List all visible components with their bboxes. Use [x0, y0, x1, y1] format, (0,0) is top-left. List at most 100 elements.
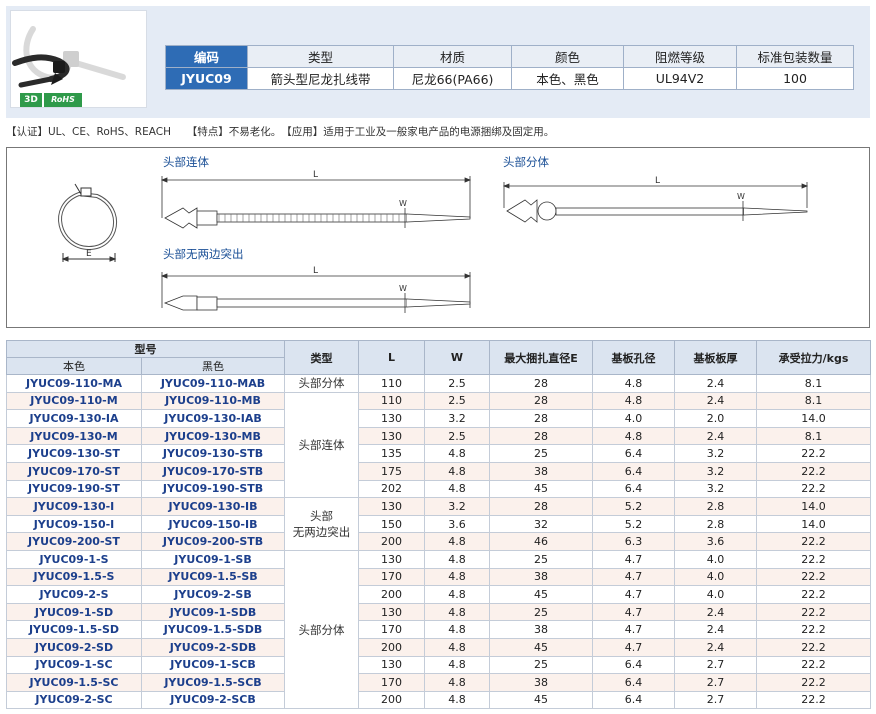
board-thickness-cell: 2.7 [674, 673, 757, 692]
width-cell: 4.8 [424, 479, 490, 499]
length-cell: 170 [358, 620, 425, 639]
table-row: JYUC09-2-SD JYUC09-2-SDB 200 4.8 45 4.7 2.4 22.… [6, 637, 871, 657]
model-natural-cell: JYUC09-1.5-S [6, 567, 142, 587]
board-thickness-cell: 2.8 [674, 497, 757, 516]
max-diameter-cell: 32 [489, 514, 593, 534]
max-diameter-cell: 25 [489, 655, 593, 675]
max-diameter-cell: 38 [489, 620, 593, 639]
type-cell: 头部 无两边突出 [284, 497, 359, 551]
board-thickness-cell: 2.0 [674, 409, 757, 428]
max-diameter-cell: 28 [489, 374, 593, 393]
model-natural-cell: JYUC09-1.5-SC [6, 673, 142, 692]
model-natural-cell: JYUC09-110-M [6, 391, 142, 411]
model-black-cell: JYUC09-170-STB [141, 461, 285, 481]
max-diameter-cell: 38 [489, 461, 593, 481]
tensile-cell: 22.2 [756, 585, 871, 604]
tie-head-no-protrusion [160, 272, 472, 313]
length-cell: 130 [358, 602, 425, 622]
width-cell: 3.2 [424, 409, 490, 428]
table-row: JYUC09-130-IA JYUC09-130-IAB 130 3.2 28 4.0 2.… [6, 409, 871, 428]
model-natural-cell: JYUC09-130-M [6, 426, 142, 446]
header-black: 黑色 [141, 357, 285, 375]
drawing-panel: E L W L W L W 头部连体 头部分体 头部无两边突出 [6, 147, 870, 328]
max-diameter-cell: 45 [489, 637, 593, 657]
model-natural-cell: JYUC09-1-S [6, 549, 142, 569]
model-black-cell: JYUC09-110-MAB [141, 374, 285, 393]
model-natural-cell: JYUC09-110-MA [6, 374, 142, 393]
length-cell: 202 [358, 479, 425, 499]
summary-header-type: 类型 [247, 45, 394, 68]
3d-badge: 3D [20, 93, 42, 107]
table-row: JYUC09-1.5-SD JYUC09-1.5-SDB 170 4.8 38 4.7 2.… [6, 620, 871, 639]
header-w: W [424, 340, 490, 375]
board-thickness-cell: 2.7 [674, 690, 757, 710]
tensile-cell: 14.0 [756, 409, 871, 428]
width-cell: 4.8 [424, 444, 490, 463]
table-row: JYUC09-1-SD JYUC09-1-SDB 130 4.8 25 4.7 2.4 22.… [6, 602, 871, 622]
width-cell: 4.8 [424, 690, 490, 710]
table-row: JYUC09-170-ST JYUC09-170-STB 175 4.8 38 6.4 3.… [6, 461, 871, 481]
board-thickness-cell: 2.4 [674, 637, 757, 657]
summary-table: 编码 类型 材质 颜色 阻燃等级 标准包装数量 JYUC09 箭头型尼龙扎线带 … [165, 45, 854, 90]
length-cell: 170 [358, 673, 425, 692]
dim-l-label-1: L [313, 170, 318, 180]
header-l: L [358, 340, 425, 375]
hole-diameter-cell: 4.8 [592, 426, 675, 446]
type-cell: 头部分体 [284, 374, 359, 393]
dim-w-label-3: W [399, 284, 407, 293]
model-black-cell: JYUC09-1-SDB [141, 602, 285, 622]
width-cell: 4.8 [424, 461, 490, 481]
model-black-cell: JYUC09-1.5-SB [141, 567, 285, 587]
length-cell: 200 [358, 532, 425, 551]
model-natural-cell: JYUC09-150-I [6, 514, 142, 534]
tensile-cell: 22.2 [756, 690, 871, 710]
hole-diameter-cell: 4.7 [592, 620, 675, 639]
length-cell: 130 [358, 426, 425, 446]
technical-drawings: E L W L W L W [58, 170, 809, 313]
table-row: JYUC09-1-S JYUC09-1-SB 头部分体 130 4.8 25 4.7 4.0 2… [6, 549, 871, 710]
length-cell: 110 [358, 391, 425, 411]
tensile-cell: 22.2 [756, 567, 871, 587]
model-natural-cell: JYUC09-130-IA [6, 409, 142, 428]
rohs-badge: RoHS [44, 93, 82, 107]
table-row: JYUC09-2-SC JYUC09-2-SCB 200 4.8 45 6.4 2.7 22.… [6, 690, 871, 710]
tensile-cell: 22.2 [756, 673, 871, 692]
model-black-cell: JYUC09-1.5-SCB [141, 673, 285, 692]
model-black-cell: JYUC09-130-MB [141, 426, 285, 446]
board-thickness-cell: 4.0 [674, 585, 757, 604]
length-cell: 200 [358, 637, 425, 657]
model-black-cell: JYUC09-150-IB [141, 514, 285, 534]
width-cell: 3.6 [424, 514, 490, 534]
product-photo: 3D RoHS [10, 10, 147, 108]
width-cell: 4.8 [424, 549, 490, 569]
length-cell: 130 [358, 549, 425, 569]
summary-material: 尼龙66(PA66) [393, 67, 512, 90]
model-black-cell: JYUC09-1-SB [141, 549, 285, 569]
max-diameter-cell: 46 [489, 532, 593, 551]
model-black-cell: JYUC09-200-STB [141, 532, 285, 551]
tensile-cell: 14.0 [756, 514, 871, 534]
model-natural-cell: JYUC09-1-SC [6, 655, 142, 675]
hole-diameter-cell: 6.4 [592, 673, 675, 692]
header-thickness: 基板板厚 [674, 340, 757, 375]
table-row: JYUC09-200-ST JYUC09-200-STB 200 4.8 46 6.3 3.… [6, 532, 871, 551]
header-max-dia: 最大捆扎直径E [489, 340, 593, 375]
hole-diameter-cell: 6.4 [592, 461, 675, 481]
model-black-cell: JYUC09-1-SCB [141, 655, 285, 675]
max-diameter-cell: 45 [489, 479, 593, 499]
summary-value-row: JYUC09 箭头型尼龙扎线带 尼龙66(PA66) 本色、黑色 UL94V2 … [165, 67, 854, 90]
model-black-cell: JYUC09-110-MB [141, 391, 285, 411]
summary-color: 本色、黑色 [511, 67, 624, 90]
summary-type: 箭头型尼龙扎线带 [247, 67, 394, 90]
hole-diameter-cell: 6.4 [592, 655, 675, 675]
width-cell: 4.8 [424, 532, 490, 551]
length-cell: 150 [358, 514, 425, 534]
hole-diameter-cell: 4.8 [592, 391, 675, 411]
board-thickness-cell: 2.4 [674, 374, 757, 393]
max-diameter-cell: 28 [489, 409, 593, 428]
label-head-no-protrusion: 头部无两边突出 [163, 247, 244, 261]
width-cell: 2.5 [424, 374, 490, 393]
width-cell: 4.8 [424, 673, 490, 692]
summary-code: JYUC09 [165, 67, 248, 90]
board-thickness-cell: 3.2 [674, 444, 757, 463]
